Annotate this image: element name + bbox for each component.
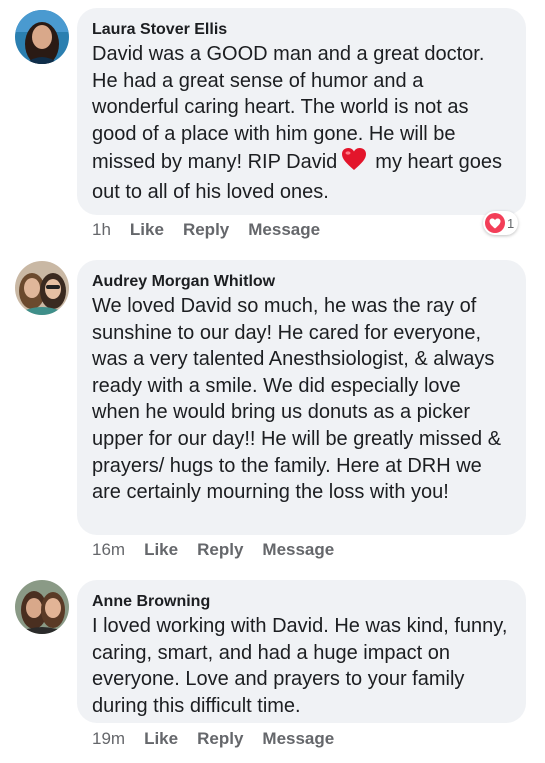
reply-button[interactable]: Reply (197, 540, 243, 560)
message-button[interactable]: Message (262, 729, 334, 749)
like-button[interactable]: Like (144, 729, 178, 749)
reply-button[interactable]: Reply (183, 220, 229, 240)
like-button[interactable]: Like (144, 540, 178, 560)
comment-text: We loved David so much, he was the ray o… (92, 295, 502, 504)
comment-timestamp[interactable]: 1h (92, 220, 111, 240)
message-button[interactable]: Message (262, 540, 334, 560)
comment-actions: 19m Like Reply Message (92, 729, 353, 749)
comment-text: I loved working with David. He was kind,… (92, 615, 508, 717)
comment-actions: 16m Like Reply Message (92, 540, 353, 560)
message-button[interactable]: Message (248, 220, 320, 240)
red-heart-icon (341, 147, 367, 179)
avatar[interactable] (15, 10, 69, 64)
reply-button[interactable]: Reply (197, 729, 243, 749)
comment-timestamp[interactable]: 19m (92, 729, 125, 749)
reaction-summary[interactable]: 1 (483, 211, 519, 235)
comment-author[interactable]: Laura Stover Ellis (92, 20, 512, 40)
love-reaction-icon (485, 213, 505, 233)
comment-actions: 1h Like Reply Message (92, 220, 339, 240)
comment-bubble: Anne Browning I loved working with David… (77, 580, 526, 723)
comment-author[interactable]: Anne Browning (92, 592, 512, 612)
avatar[interactable] (15, 580, 69, 634)
like-button[interactable]: Like (130, 220, 164, 240)
avatar[interactable] (15, 261, 69, 315)
comment-author[interactable]: Audrey Morgan Whitlow (92, 272, 512, 292)
comment-bubble: Audrey Morgan Whitlow We loved David so … (77, 260, 526, 535)
reaction-count: 1 (507, 215, 515, 231)
comment-text: David was a GOOD man and a great doctor.… (92, 41, 512, 206)
comment-bubble: Laura Stover Ellis David was a GOOD man … (77, 8, 526, 215)
comment-timestamp[interactable]: 16m (92, 540, 125, 560)
